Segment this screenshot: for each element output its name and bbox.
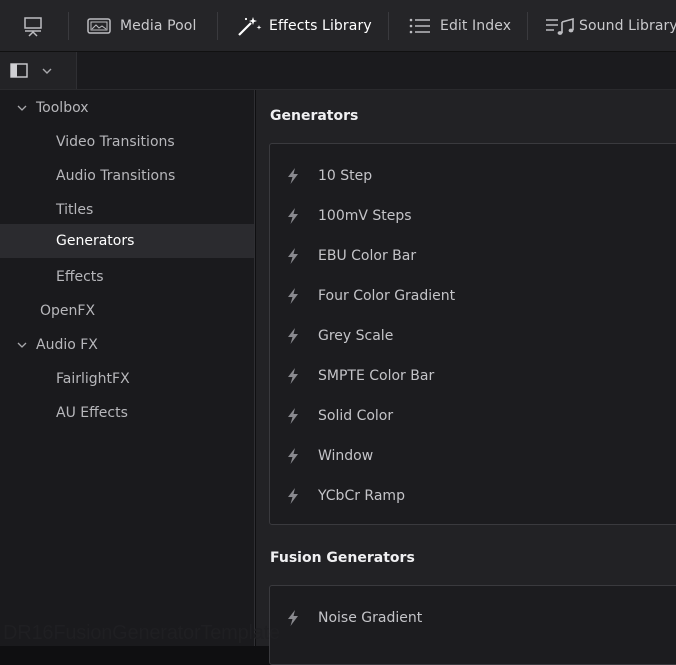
bolt-icon-wrap	[286, 487, 314, 505]
sidebar-item-label: Titles	[56, 202, 94, 218]
bolt-icon	[288, 208, 298, 224]
bolt-icon-wrap	[286, 287, 314, 305]
chevron-down-icon	[17, 105, 27, 111]
sidebar-item-fairlightfx[interactable]: FairlightFX	[0, 362, 254, 396]
layout-icon	[24, 17, 42, 37]
generator-item[interactable]: EBU Color Bar	[270, 236, 670, 276]
section-title-fusion-generators: Fusion Generators	[270, 550, 415, 566]
sidebar-item-label: OpenFX	[40, 303, 96, 319]
bolt-icon-wrap	[286, 609, 314, 627]
bolt-icon	[288, 328, 298, 344]
generator-item[interactable]: 100mV Steps	[270, 196, 670, 236]
effects-wand-icon	[238, 17, 262, 36]
sidebar-item-generators[interactable]: Generators	[0, 224, 254, 258]
generator-item-label: Noise Gradient	[318, 610, 423, 626]
bolt-icon	[288, 488, 298, 504]
bolt-icon	[288, 408, 298, 424]
chevron-down-icon	[17, 342, 27, 348]
layout-button[interactable]	[22, 0, 44, 51]
generator-item-label: EBU Color Bar	[318, 248, 417, 264]
generator-item[interactable]: Four Color Gradient	[270, 276, 670, 316]
bolt-icon	[288, 368, 298, 384]
panel-toolbar	[0, 52, 676, 90]
generators-list: 10 Step 100mV Steps EBU Color Bar Four Colo…	[269, 143, 676, 525]
sidebar-item-label: Audio Transitions	[56, 168, 176, 184]
generator-item-label: 100mV Steps	[318, 208, 412, 224]
sidebar-item-toolbox[interactable]: Toolbox	[0, 91, 254, 125]
toolbar-divider	[527, 12, 528, 40]
generator-item-label: Solid Color	[318, 408, 394, 424]
top-toolbar: Media Pool Effects Library Edit Index So…	[0, 0, 676, 52]
section-title-generators: Generators	[270, 108, 359, 124]
tab-media-pool-label: Media Pool	[120, 18, 197, 34]
sidebar-item-label: Video Transitions	[56, 134, 175, 150]
generator-item-label: Grey Scale	[318, 328, 394, 344]
chevron-down-icon	[42, 68, 52, 74]
sidebar-item-titles[interactable]: Titles	[0, 193, 254, 227]
tab-media-pool[interactable]: Media Pool	[86, 0, 197, 51]
tab-edit-index[interactable]: Edit Index	[408, 0, 512, 51]
bolt-icon-wrap	[286, 327, 314, 345]
generator-item-label: YCbCr Ramp	[318, 488, 405, 504]
bolt-icon-wrap	[286, 447, 314, 465]
generator-item[interactable]: Window	[270, 436, 670, 476]
tab-effects-library-label: Effects Library	[269, 18, 372, 34]
sidebar: Toolbox Video Transitions Audio Transiti…	[0, 90, 255, 646]
sound-library-icon	[546, 17, 574, 35]
sidebar-item-label: FairlightFX	[56, 371, 130, 387]
media-pool-icon	[87, 18, 111, 34]
generator-item[interactable]: SMPTE Color Bar	[270, 356, 670, 396]
generator-item[interactable]: Noise Gradient	[270, 598, 670, 638]
edit-index-icon	[409, 18, 430, 34]
bolt-icon	[288, 248, 298, 264]
bolt-icon-wrap	[286, 167, 314, 185]
panel-toggle-button[interactable]	[0, 52, 77, 89]
sidebar-item-label: Audio FX	[36, 337, 98, 353]
bolt-icon	[288, 610, 298, 626]
bolt-icon-wrap	[286, 407, 314, 425]
caption-text: DR16FusionGeneratorTemplate	[3, 622, 280, 644]
sidebar-item-effects[interactable]: Effects	[0, 260, 254, 294]
toolbar-divider	[217, 12, 218, 40]
sidebar-item-label: Generators	[56, 233, 135, 249]
tab-sound-library[interactable]: Sound Library	[545, 0, 676, 51]
bolt-icon	[288, 288, 298, 304]
bolt-icon	[288, 448, 298, 464]
bolt-icon-wrap	[286, 207, 314, 225]
generator-item-label: Four Color Gradient	[318, 288, 456, 304]
sidebar-item-audio-transitions[interactable]: Audio Transitions	[0, 159, 254, 193]
effects-content: Generators 10 Step 100mV Steps EBU Color B…	[256, 90, 676, 665]
toolbar-divider	[68, 12, 69, 40]
panel-toggle-icon	[10, 62, 28, 78]
tab-effects-library[interactable]: Effects Library	[235, 0, 372, 51]
generator-item[interactable]: Solid Color	[270, 396, 670, 436]
sidebar-item-openfx[interactable]: OpenFX	[0, 294, 254, 328]
fusion-generators-list: Noise Gradient	[269, 585, 676, 665]
generator-item-label: 10 Step	[318, 168, 373, 184]
sidebar-item-audio-fx[interactable]: Audio FX	[0, 328, 254, 362]
sidebar-item-label: Toolbox	[36, 100, 89, 116]
generator-item[interactable]: Grey Scale	[270, 316, 670, 356]
tab-sound-library-label: Sound Library	[579, 18, 676, 34]
generator-item[interactable]: 10 Step	[270, 156, 670, 196]
bolt-icon	[288, 168, 298, 184]
sidebar-item-label: AU Effects	[56, 405, 128, 421]
tab-edit-index-label: Edit Index	[440, 18, 512, 34]
generator-item-label: Window	[318, 448, 374, 464]
generator-item-label: SMPTE Color Bar	[318, 368, 435, 384]
sidebar-item-au-effects[interactable]: AU Effects	[0, 396, 254, 430]
sidebar-item-video-transitions[interactable]: Video Transitions	[0, 125, 254, 159]
bolt-icon-wrap	[286, 247, 314, 265]
bolt-icon-wrap	[286, 367, 314, 385]
toolbar-divider	[388, 12, 389, 40]
generator-item[interactable]: YCbCr Ramp	[270, 476, 670, 516]
sidebar-item-label: Effects	[56, 269, 104, 285]
